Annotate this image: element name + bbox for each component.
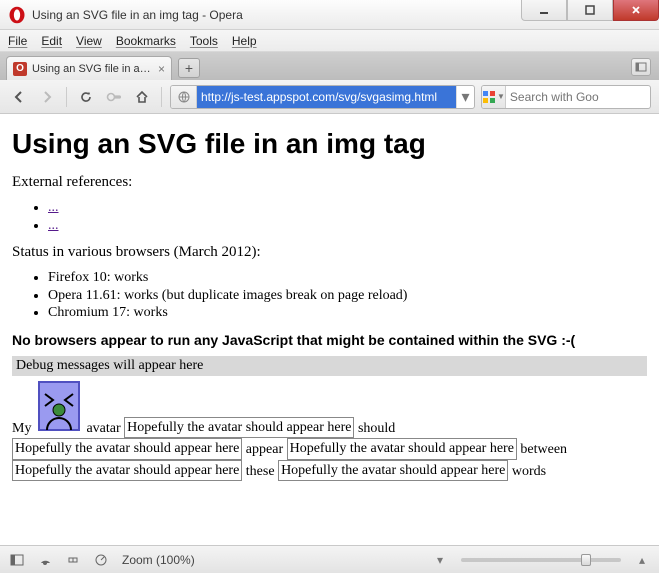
menu-tools[interactable]: Tools <box>190 34 218 48</box>
url-dropdown-icon[interactable]: ▾ <box>456 86 474 108</box>
panels-icon[interactable] <box>10 554 24 566</box>
new-tab-button[interactable]: + <box>178 58 200 78</box>
zoom-out-icon[interactable]: ▾ <box>433 553 447 567</box>
status-item: Firefox 10: works <box>48 269 647 287</box>
status-item: Opera 11.61: works (but duplicate images… <box>48 287 647 305</box>
window-minimize-button[interactable] <box>521 0 567 21</box>
menu-view[interactable]: View <box>76 34 102 48</box>
link-icon[interactable] <box>66 554 80 566</box>
menu-help[interactable]: Help <box>232 34 257 48</box>
browser-tab[interactable]: O Using an SVG file in an ... × <box>6 56 172 80</box>
page-content: Using an SVG file in an img tag External… <box>0 114 659 545</box>
search-engine-icon[interactable]: ▼ <box>482 86 506 108</box>
placeholder-box: Hopefully the avatar should appear here <box>12 460 242 482</box>
placeholder-box: Hopefully the avatar should appear here <box>278 460 508 482</box>
panel-toggle-button[interactable] <box>631 58 651 76</box>
zoom-in-icon[interactable]: ▴ <box>635 553 649 567</box>
page-heading: Using an SVG file in an img tag <box>12 128 647 160</box>
address-bar[interactable]: ▾ <box>170 85 475 109</box>
opera-favicon-icon: O <box>13 62 27 76</box>
home-button[interactable] <box>131 86 153 108</box>
reload-button[interactable] <box>75 86 97 108</box>
external-refs-label: External references: <box>12 174 647 191</box>
url-input[interactable] <box>197 86 456 108</box>
zoom-slider[interactable] <box>461 558 621 562</box>
external-ref-link[interactable]: ... <box>48 200 59 215</box>
window-maximize-button[interactable] <box>567 0 613 21</box>
site-info-icon[interactable] <box>171 86 197 108</box>
menu-file[interactable]: File <box>8 34 27 48</box>
window-titlebar: Using an SVG file in an img tag - Opera <box>0 0 659 30</box>
search-bar[interactable]: ▼ <box>481 85 651 109</box>
placeholder-box: Hopefully the avatar should appear here <box>124 417 354 439</box>
status-list: Firefox 10: works Opera 11.61: works (bu… <box>12 269 647 322</box>
tab-title: Using an SVG file in an ... <box>32 63 152 75</box>
no-js-note: No browsers appear to run any JavaScript… <box>12 332 647 348</box>
separator <box>66 87 67 107</box>
sync-icon[interactable] <box>38 554 52 566</box>
tab-strip: O Using an SVG file in an ... × + <box>0 52 659 80</box>
flow-word: appear <box>246 442 283 457</box>
flow-word: avatar <box>86 421 120 436</box>
zoom-slider-thumb[interactable] <box>581 554 591 566</box>
turbo-icon[interactable] <box>94 554 108 566</box>
flow-word: words <box>512 464 546 479</box>
status-bar: Zoom (100%) ▾ ▴ <box>0 545 659 573</box>
wand-button[interactable] <box>103 86 125 108</box>
status-item: Chromium 17: works <box>48 304 647 322</box>
placeholder-box: Hopefully the avatar should appear here <box>287 438 517 460</box>
forward-button[interactable] <box>36 86 58 108</box>
inline-flow-test: My avatar Hopefully the avatar should ap… <box>12 380 647 482</box>
window-title: Using an SVG file in an img tag - Opera <box>32 8 521 22</box>
placeholder-box: Hopefully the avatar should appear here <box>12 438 242 460</box>
separator <box>161 87 162 107</box>
flow-word: should <box>358 421 395 436</box>
window-close-button[interactable] <box>613 0 659 21</box>
back-button[interactable] <box>8 86 30 108</box>
external-refs-list: ... ... <box>12 199 647 234</box>
search-input[interactable] <box>506 90 651 104</box>
zoom-label[interactable]: Zoom (100%) <box>122 553 195 567</box>
opera-logo-icon <box>8 6 26 24</box>
status-label: Status in various browsers (March 2012): <box>12 244 647 261</box>
menu-bookmarks[interactable]: Bookmarks <box>116 34 176 48</box>
external-ref-link[interactable]: ... <box>48 218 59 233</box>
menu-edit[interactable]: Edit <box>41 34 62 48</box>
panel-icon <box>635 62 647 72</box>
menu-bar: File Edit View Bookmarks Tools Help <box>0 30 659 52</box>
flow-word: these <box>246 464 275 479</box>
debug-bar: Debug messages will appear here <box>12 356 647 376</box>
flow-word: between <box>520 442 567 457</box>
chevron-down-icon: ▼ <box>497 92 505 101</box>
svg-avatar-image <box>37 380 81 439</box>
flow-word: My <box>12 421 31 436</box>
tab-close-icon[interactable]: × <box>158 63 165 75</box>
toolbar: ▾ ▼ <box>0 80 659 114</box>
